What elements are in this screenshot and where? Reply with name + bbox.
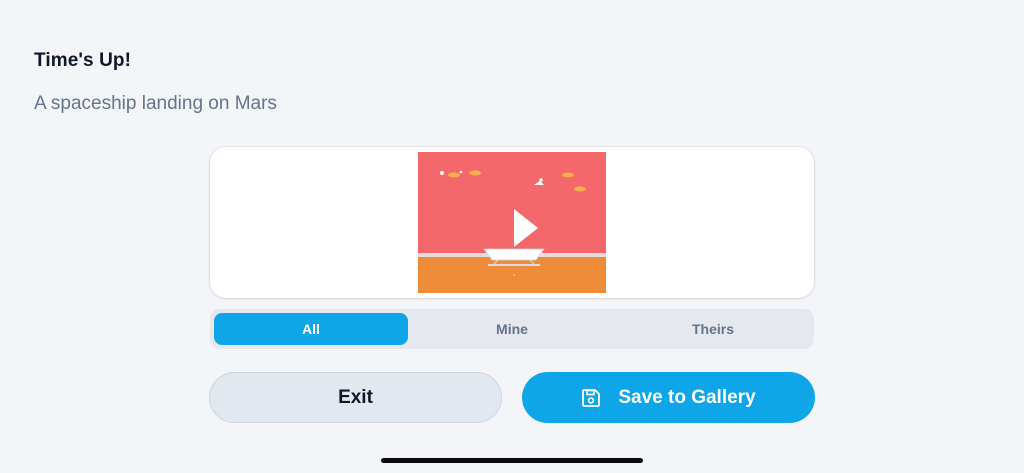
page-title: Time's Up! bbox=[34, 50, 132, 71]
tab-mine[interactable]: Mine bbox=[415, 313, 609, 345]
exit-button[interactable]: Exit bbox=[209, 372, 502, 423]
save-icon bbox=[582, 388, 601, 407]
save-to-gallery-button[interactable]: Save to Gallery bbox=[522, 372, 815, 423]
save-button-label: Save to Gallery bbox=[618, 386, 756, 408]
tab-all[interactable]: All bbox=[214, 313, 408, 345]
play-icon[interactable] bbox=[514, 209, 538, 247]
mars-landing-drawing bbox=[418, 152, 606, 293]
video-preview[interactable] bbox=[418, 152, 606, 293]
home-indicator[interactable] bbox=[381, 458, 643, 463]
exit-button-label: Exit bbox=[338, 386, 373, 408]
drawing-prompt: A spaceship landing on Mars bbox=[34, 93, 277, 114]
filter-segmented-control: All Mine Theirs bbox=[210, 309, 814, 349]
tab-theirs[interactable]: Theirs bbox=[616, 313, 810, 345]
